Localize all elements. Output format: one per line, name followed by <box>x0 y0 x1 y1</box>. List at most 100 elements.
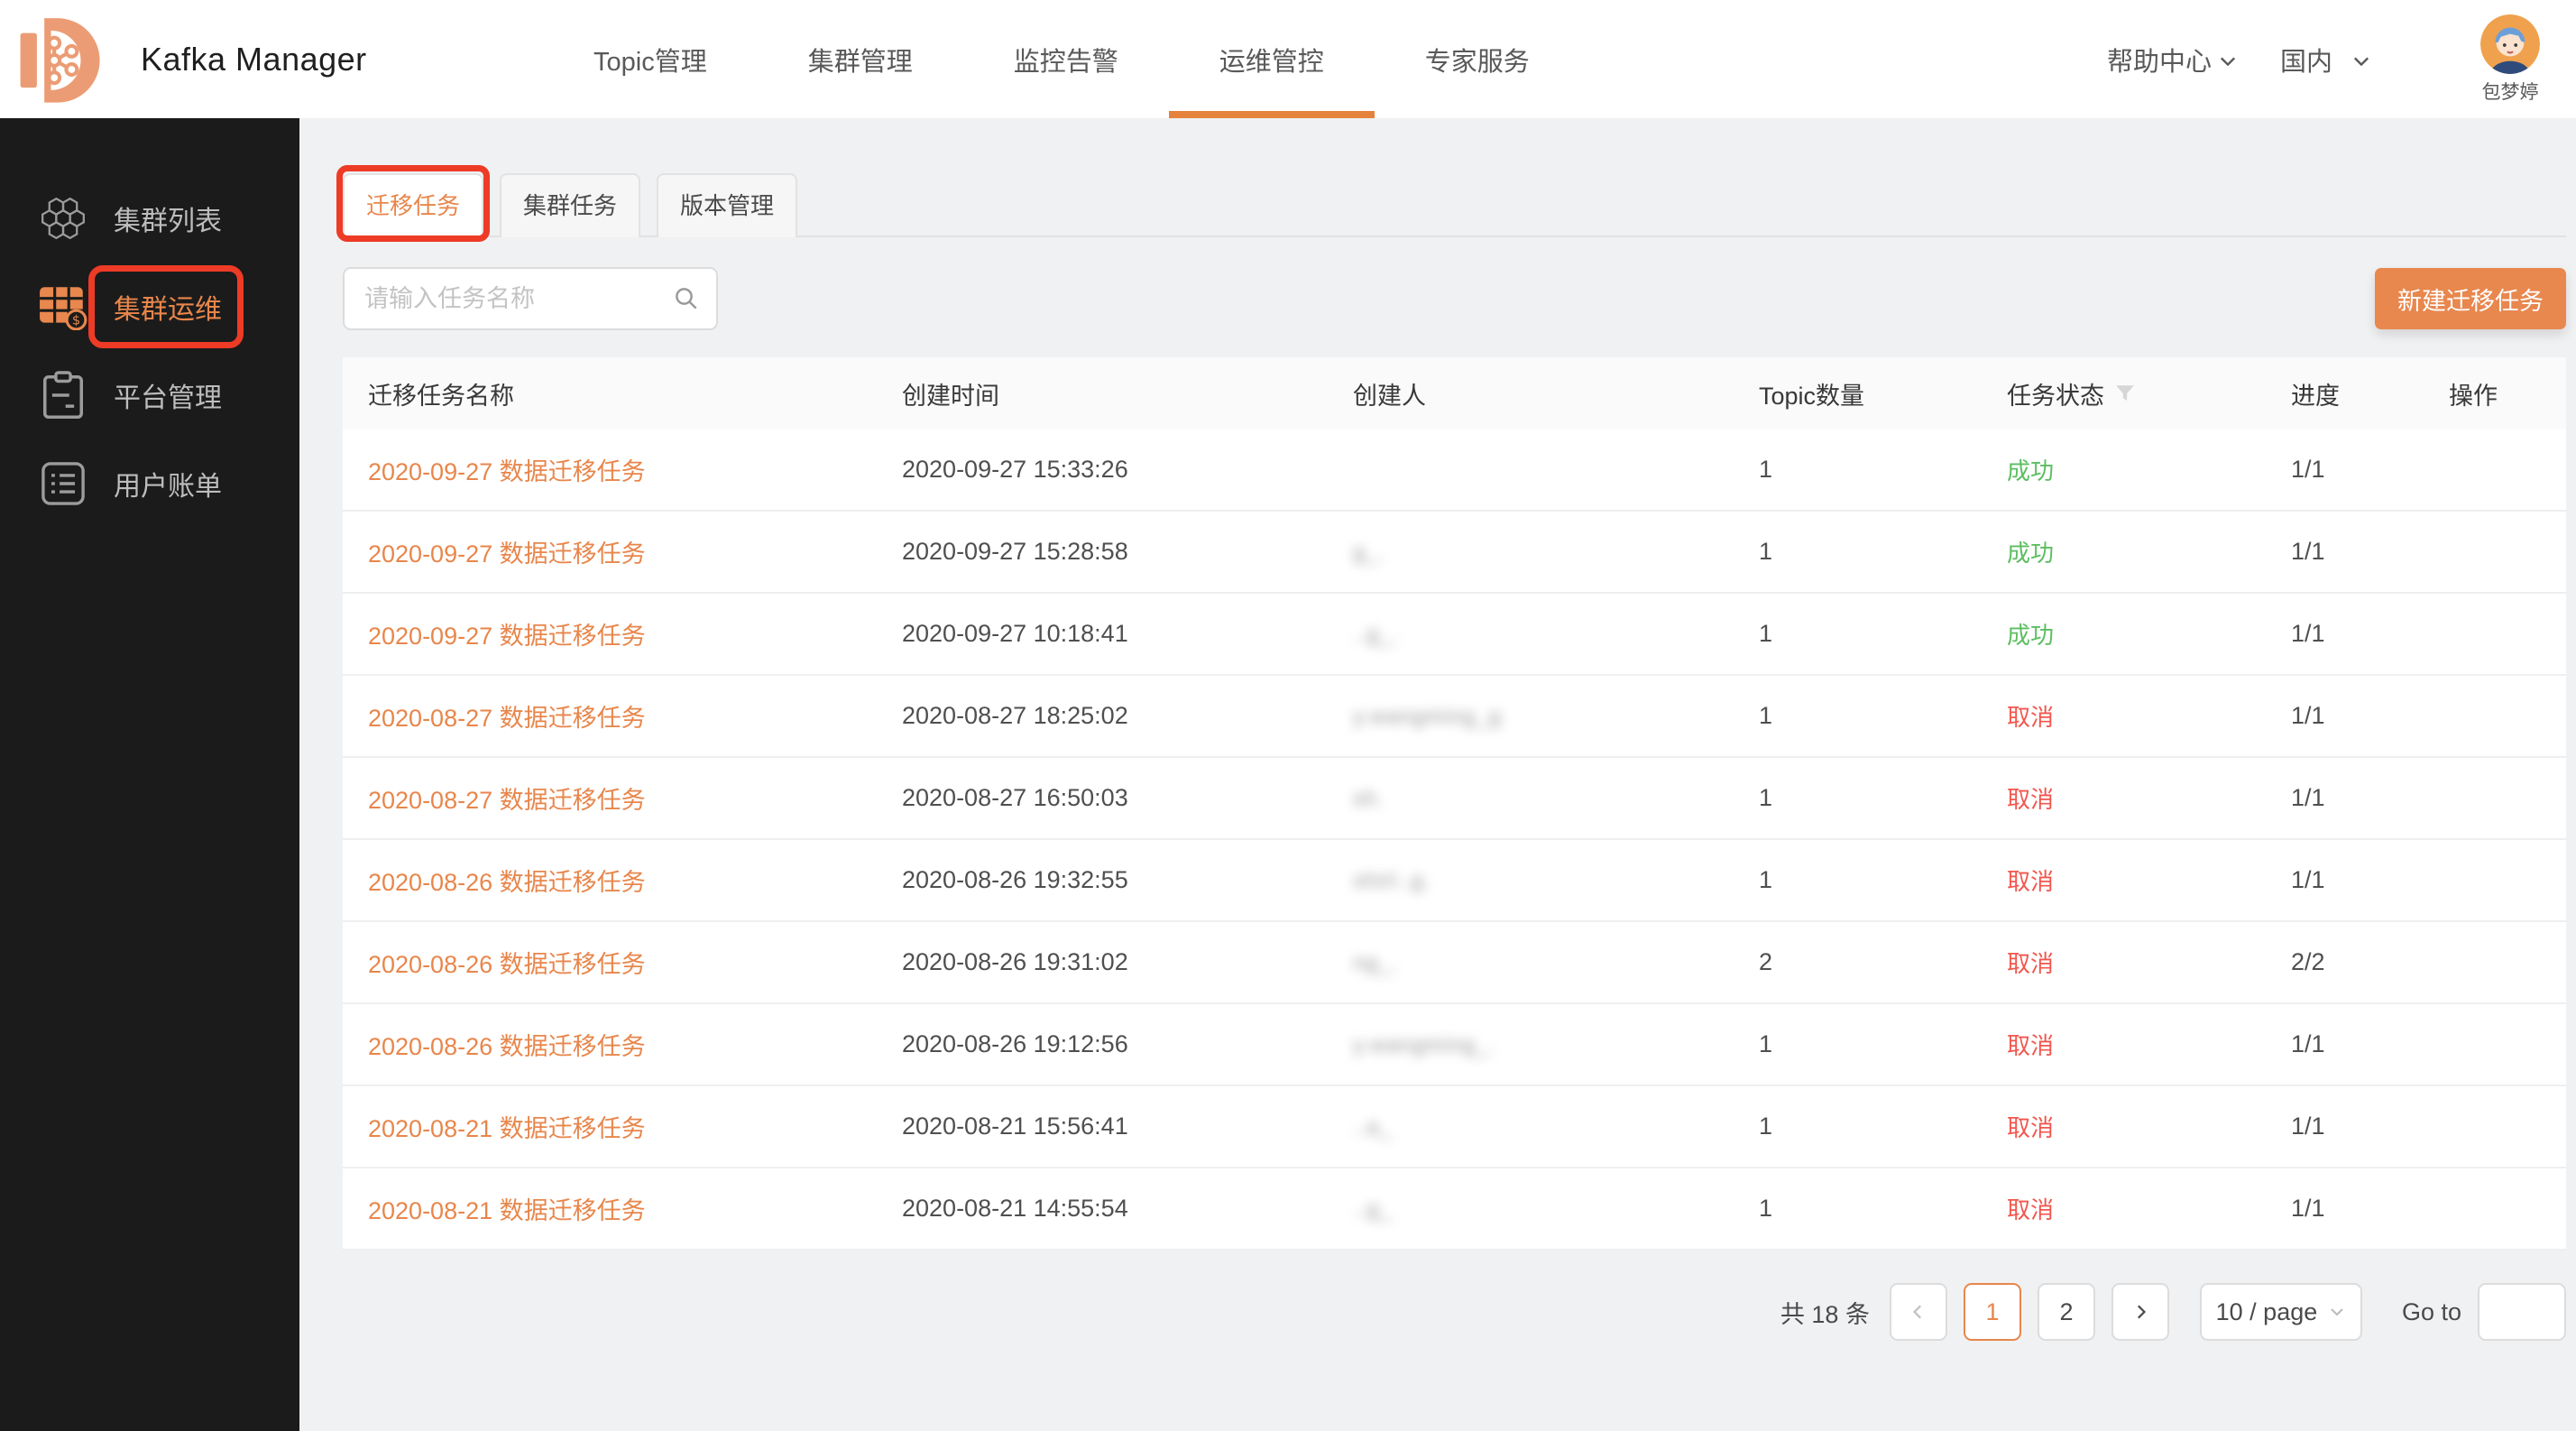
progress-value: 1/1 <box>2291 1030 2449 1058</box>
top-nav: Topic管理 集群管理 监控告警 运维管控 专家服务 <box>543 0 1580 118</box>
sidebar-item-platform-management[interactable]: 平台管理 <box>0 351 299 439</box>
topic-count: 1 <box>1759 866 2007 894</box>
pagination-page-1[interactable]: 1 <box>1964 1283 2021 1341</box>
avatar[interactable] <box>2480 14 2540 74</box>
help-center-dropdown[interactable]: 帮助中心 <box>2107 41 2239 78</box>
progress-value: 1/1 <box>2291 1195 2449 1223</box>
tab-version-management[interactable]: 版本管理 <box>657 173 797 237</box>
topic-count: 1 <box>1759 1030 2007 1058</box>
created-time: 2020-08-26 19:12:56 <box>902 1030 1353 1058</box>
creator-redacted: g_. <box>1353 540 1385 566</box>
nav-topic-management[interactable]: Topic管理 <box>543 0 758 118</box>
table-row: 2020-09-27 数据迁移任务 2020-09-27 15:28:58 g_… <box>343 512 2566 594</box>
sidebar-item-cluster-ops[interactable]: $ 集群运维 <box>0 263 299 351</box>
topic-count: 1 <box>1759 1195 2007 1223</box>
sidebar-item-cluster-list[interactable]: 集群列表 <box>0 174 299 263</box>
progress-value: 1/1 <box>2291 866 2449 894</box>
created-time: 2020-09-27 15:28:58 <box>902 538 1353 566</box>
kafka-manager-logo-icon <box>16 10 115 109</box>
table-row: 2020-08-26 数据迁移任务 2020-08-26 19:31:02 ng… <box>343 922 2566 1004</box>
status-badge: 取消 <box>2007 1032 2054 1059</box>
status-badge: 取消 <box>2007 1196 2054 1223</box>
task-name-link[interactable]: 2020-08-27 数据迁移任务 <box>368 705 646 732</box>
create-migration-task-button[interactable]: 新建迁移任务 <box>2375 268 2566 329</box>
col-header-actions: 操作 <box>2449 376 2566 411</box>
creator-redacted: y.wangming_. <box>1353 1033 1495 1058</box>
creator-redacted: sh. <box>1353 787 1385 812</box>
created-time: 2020-08-27 18:25:02 <box>902 702 1353 730</box>
table-body: 2020-09-27 数据迁移任务 2020-09-27 15:33:26 1 … <box>343 429 2566 1251</box>
user-name: 包梦婷 <box>2482 78 2539 105</box>
task-name-link[interactable]: 2020-08-21 数据迁移任务 <box>368 1197 646 1224</box>
status-badge: 成功 <box>2007 540 2054 567</box>
nav-cluster-management[interactable]: 集群管理 <box>758 0 963 118</box>
tab-bar: 迁移任务 集群任务 版本管理 <box>343 171 2566 237</box>
table-row: 2020-09-27 数据迁移任务 2020-09-27 15:33:26 1 … <box>343 429 2566 512</box>
col-header-creator: 创建人 <box>1353 376 1759 411</box>
task-name-link[interactable]: 2020-08-26 数据迁移任务 <box>368 1033 646 1060</box>
nav-monitoring-alerts[interactable]: 监控告警 <box>963 0 1169 118</box>
table-row: 2020-08-26 数据迁移任务 2020-08-26 19:12:56 y.… <box>343 1004 2566 1086</box>
nav-expert-service[interactable]: 专家服务 <box>1375 0 1580 118</box>
chevron-right-icon <box>2131 1303 2149 1321</box>
search-input[interactable] <box>343 267 718 330</box>
chevron-down-icon <box>2217 51 2239 72</box>
table-row: 2020-08-21 数据迁移任务 2020-08-21 14:55:54 ..… <box>343 1168 2566 1251</box>
topic-count: 1 <box>1759 456 2007 484</box>
created-time: 2020-08-26 19:31:02 <box>902 948 1353 976</box>
progress-value: 1/1 <box>2291 620 2449 648</box>
created-time: 2020-09-27 10:18:41 <box>902 620 1353 648</box>
task-name-link[interactable]: 2020-08-21 数据迁移任务 <box>368 1115 646 1142</box>
status-badge: 成功 <box>2007 622 2054 649</box>
task-name-link[interactable]: 2020-09-27 数据迁移任务 <box>368 458 646 485</box>
topic-count: 1 <box>1759 538 2007 566</box>
progress-value: 2/2 <box>2291 948 2449 976</box>
status-badge: 取消 <box>2007 1114 2054 1141</box>
task-name-link[interactable]: 2020-09-27 数据迁移任务 <box>368 540 646 568</box>
created-time: 2020-08-27 16:50:03 <box>902 784 1353 812</box>
list-icon <box>38 458 88 509</box>
migration-task-table: 迁移任务名称 创建时间 创建人 Topic数量 任务状态 进度 操作 2020-… <box>343 357 2566 1251</box>
creator-redacted: ..g_. <box>1353 623 1400 648</box>
goto-label: Go to <box>2402 1298 2461 1326</box>
region-dropdown[interactable]: 国内 <box>2280 41 2372 78</box>
tab-cluster-tasks[interactable]: 集群任务 <box>500 173 640 237</box>
task-name-link[interactable]: 2020-08-27 数据迁移任务 <box>368 787 646 814</box>
table-row: 2020-09-27 数据迁移任务 2020-09-27 10:18:41 ..… <box>343 594 2566 676</box>
app-title: Kafka Manager <box>141 41 367 78</box>
creator-redacted: y.wangming_g <box>1353 705 1502 730</box>
header-right: 帮助中心 国内 <box>2107 14 2576 105</box>
nav-ops-control[interactable]: 运维管控 <box>1169 0 1375 118</box>
chevron-down-icon <box>2351 51 2372 72</box>
user-block[interactable]: 包梦婷 <box>2480 14 2540 105</box>
pagination-next-button[interactable] <box>2111 1283 2169 1341</box>
task-name-link[interactable]: 2020-08-26 数据迁移任务 <box>368 869 646 896</box>
search-icon[interactable] <box>673 285 700 312</box>
pagination-page-2[interactable]: 2 <box>2038 1283 2095 1341</box>
progress-value: 1/1 <box>2291 702 2449 730</box>
created-time: 2020-08-26 19:32:55 <box>902 866 1353 894</box>
billing-table-icon: $ <box>38 282 88 332</box>
pagination-prev-button[interactable] <box>1890 1283 1947 1341</box>
tab-migration-tasks[interactable]: 迁移任务 <box>343 173 483 237</box>
created-time: 2020-08-21 15:56:41 <box>902 1112 1353 1140</box>
filter-funnel-icon[interactable] <box>2115 384 2135 402</box>
topic-count: 1 <box>1759 1112 2007 1140</box>
main-content: 迁移任务 集群任务 版本管理 新建迁移任务 迁移任务名称 创建时间 创建人 To… <box>299 118 2576 1431</box>
col-header-topic-count: Topic数量 <box>1759 376 2007 411</box>
status-badge: 取消 <box>2007 950 2054 977</box>
page-size-select[interactable]: 10 / page <box>2200 1283 2362 1341</box>
goto-page-input[interactable] <box>2478 1283 2566 1341</box>
task-name-link[interactable]: 2020-09-27 数据迁移任务 <box>368 623 646 650</box>
sidebar-item-user-billing[interactable]: 用户账单 <box>0 439 299 528</box>
created-time: 2020-08-21 14:55:54 <box>902 1195 1353 1223</box>
topic-count: 1 <box>1759 702 2007 730</box>
creator-redacted: ..a_ <box>1353 1115 1393 1140</box>
col-header-created-time: 创建时间 <box>902 376 1353 411</box>
clipboard-icon <box>38 370 88 420</box>
task-name-link[interactable]: 2020-08-26 数据迁移任务 <box>368 951 646 978</box>
col-header-progress: 进度 <box>2291 376 2449 411</box>
progress-value: 1/1 <box>2291 456 2449 484</box>
progress-value: 1/1 <box>2291 1112 2449 1140</box>
honeycomb-icon <box>38 193 88 244</box>
